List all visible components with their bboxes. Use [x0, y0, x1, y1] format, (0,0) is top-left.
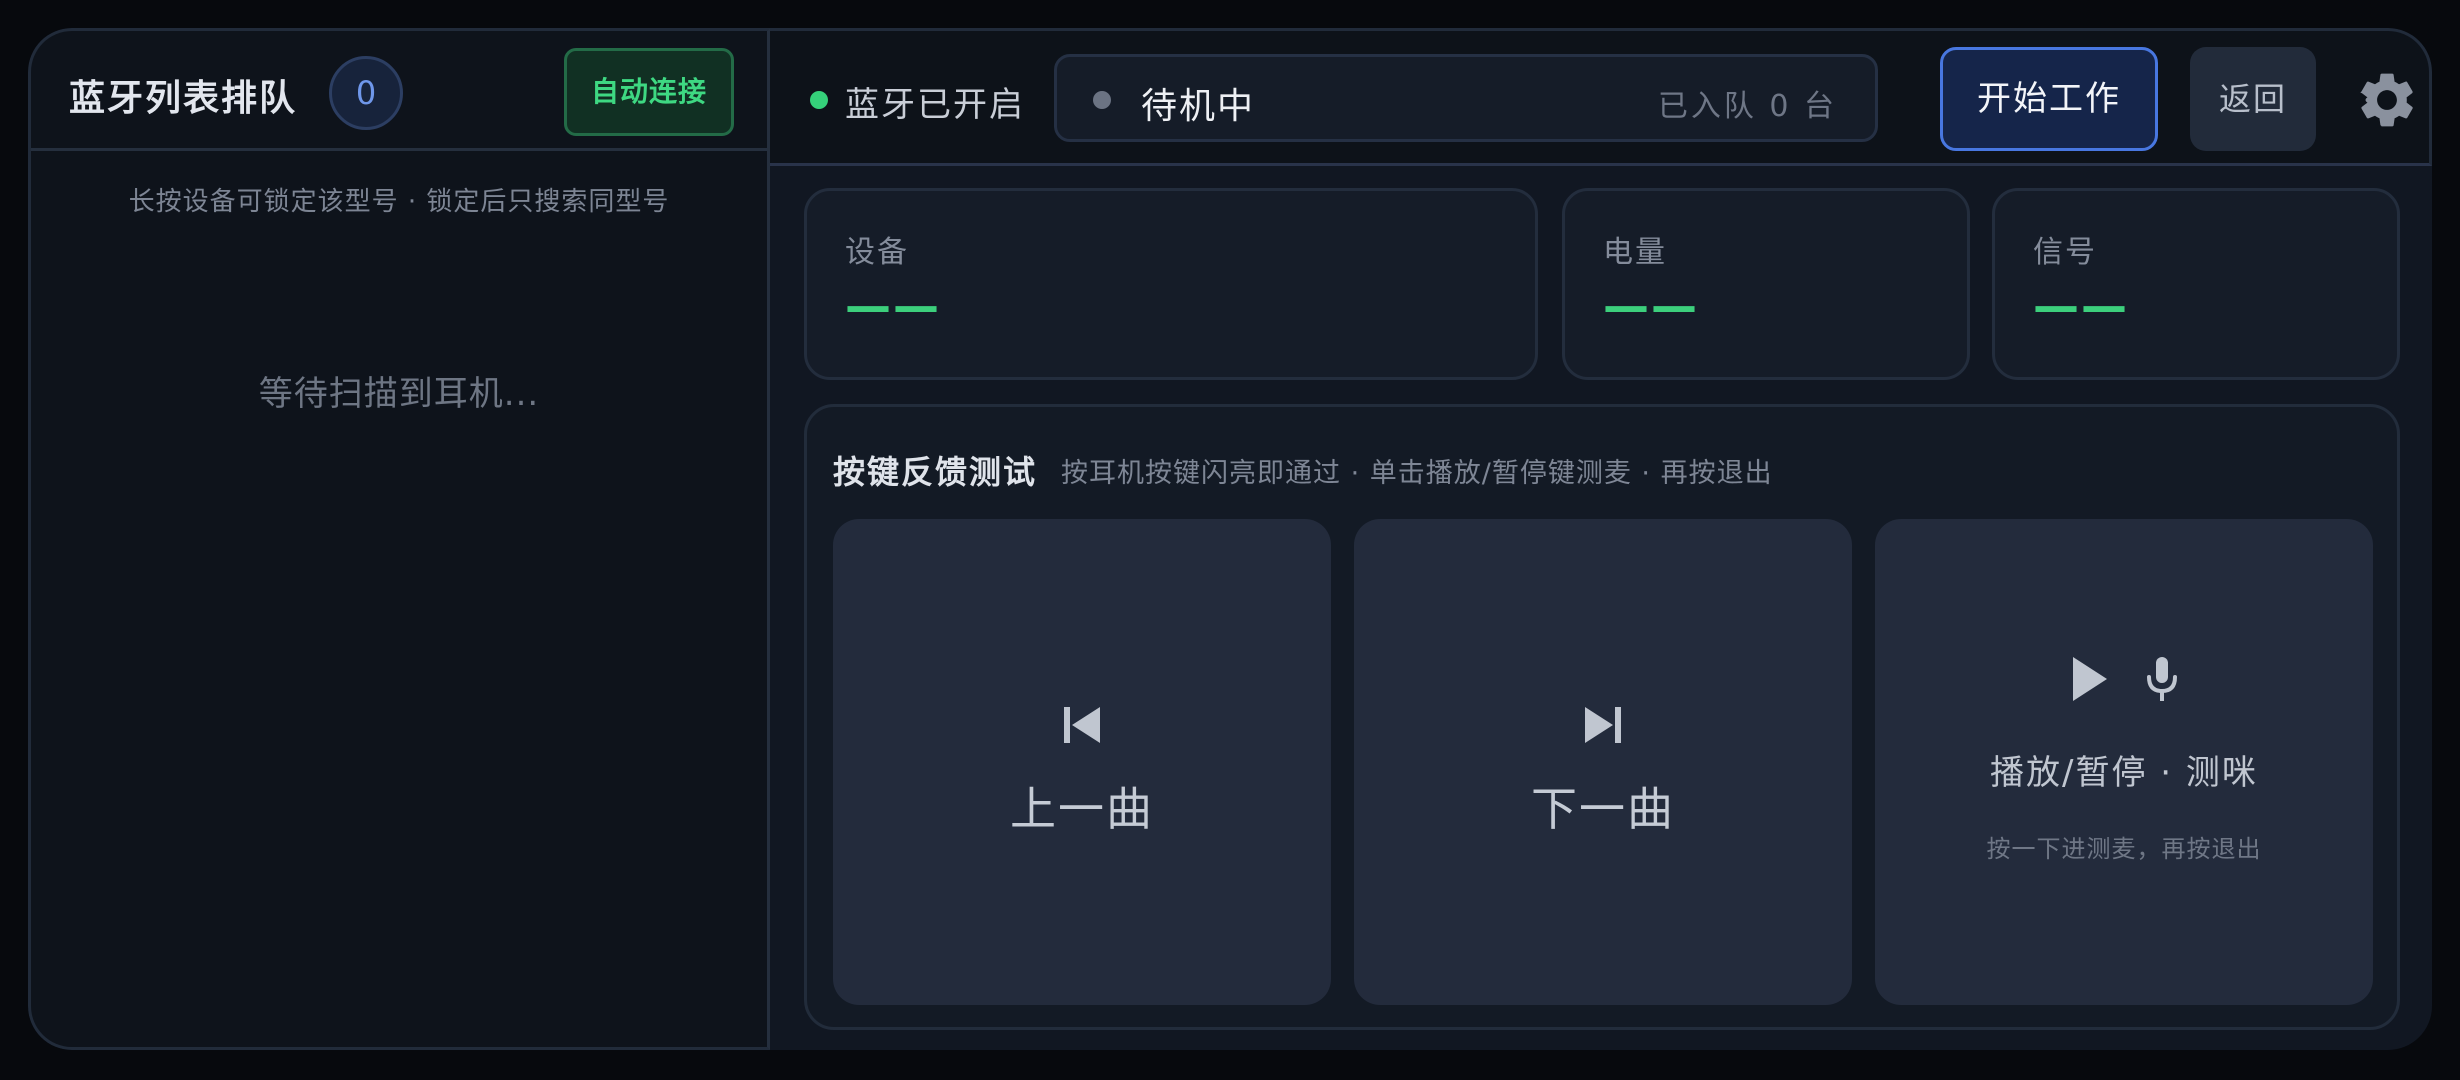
app-window: 蓝牙列表排队 0 自动连接 长按设备可锁定该型号 · 锁定后只搜索同型号 等待扫… [28, 28, 2432, 1050]
play-pause-mic-label: 播放/暂停 · 测咪 [1990, 753, 2258, 793]
play-mic-icons [1875, 653, 2373, 705]
battery-card: 电量 —— [1562, 188, 1970, 380]
top-status-bar: 蓝牙已开启 待机中 已入队 0 台 开始工作 返回 [770, 28, 2432, 166]
signal-label: 信号 [2033, 235, 2097, 270]
key-test-title: 按键反馈测试 [833, 453, 1038, 491]
empty-list-placeholder: 等待扫描到耳机... [258, 374, 540, 414]
key-feedback-test-panel: 按键反馈测试 按耳机按键闪亮即通过 · 单击播放/暂停键测麦 · 再按退出 上一… [804, 404, 2400, 1030]
start-work-button[interactable]: 开始工作 [1940, 47, 2158, 151]
device-value: —— [845, 279, 941, 333]
skip-next-icon [1585, 707, 1621, 743]
previous-track-label: 上一曲 [1010, 782, 1154, 836]
queue-count-badge: 0 [329, 56, 403, 130]
bluetooth-status-text: 蓝牙已开启 [845, 85, 1025, 125]
lock-model-hint: 长按设备可锁定该型号 · 锁定后只搜索同型号 [128, 187, 670, 217]
back-button[interactable]: 返回 [2190, 47, 2316, 151]
previous-track-key[interactable]: 上一曲 [833, 519, 1331, 1005]
signal-value: —— [2033, 279, 2129, 333]
battery-value: —— [1603, 279, 1699, 333]
queue-header: 蓝牙列表排队 0 自动连接 [31, 31, 767, 151]
device-status-dot [1093, 91, 1111, 109]
play-pause-mic-key[interactable]: 播放/暂停 · 测咪 按一下进测麦，再按退出 [1875, 519, 2373, 1005]
skip-previous-icon [1064, 707, 1100, 743]
battery-label: 电量 [1603, 235, 1667, 270]
play-icon [2073, 657, 2107, 701]
settings-gear-icon[interactable] [2354, 67, 2420, 133]
device-status-box: 待机中 已入队 0 台 [1054, 54, 1878, 142]
device-status-text: 待机中 [1141, 86, 1256, 127]
device-label: 设备 [845, 235, 909, 270]
bluetooth-status-dot [810, 91, 828, 109]
play-pause-mic-subtext: 按一下进测麦，再按退出 [1986, 835, 2262, 863]
signal-card: 信号 —— [1992, 188, 2400, 380]
auto-connect-button[interactable]: 自动连接 [564, 48, 734, 136]
next-track-key[interactable]: 下一曲 [1354, 519, 1852, 1005]
bluetooth-queue-panel: 蓝牙列表排队 0 自动连接 长按设备可锁定该型号 · 锁定后只搜索同型号 等待扫… [28, 28, 770, 1050]
key-test-hint: 按耳机按键闪亮即通过 · 单击播放/暂停键测麦 · 再按退出 [1061, 458, 1773, 489]
device-card: 设备 —— [804, 188, 1538, 380]
next-track-label: 下一曲 [1531, 782, 1675, 836]
queue-title: 蓝牙列表排队 [69, 78, 298, 119]
microphone-icon [2147, 657, 2177, 701]
queued-count-text: 已入队 0 台 [1657, 89, 1837, 124]
